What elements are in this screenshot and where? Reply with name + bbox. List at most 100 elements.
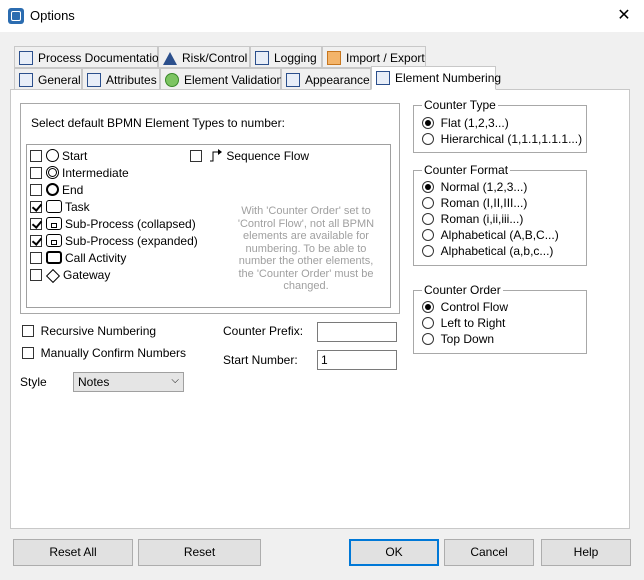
intermediate-event-icon [46, 166, 59, 179]
counter-type-flat-radio[interactable]: Flat (1,2,3...) [422, 116, 509, 130]
radio[interactable] [422, 245, 434, 257]
element-type-label: Sub-Process (collapsed) [65, 217, 196, 231]
import-export-icon [327, 51, 341, 65]
radio-label: Alphabetical (a,b,c...) [440, 244, 554, 258]
app-icon [8, 8, 24, 24]
ok-button[interactable]: OK [349, 539, 439, 566]
counter-order-left-to-right-radio[interactable]: Left to Right [422, 316, 505, 330]
radio-label: Normal (1,2,3...) [440, 180, 528, 194]
counter-type-hierarchical-radio[interactable]: Hierarchical (1,1.1,1.1.1...) [422, 132, 582, 146]
checkbox-label: Recursive Numbering [40, 324, 157, 338]
checkbox[interactable] [30, 184, 42, 196]
manually-confirm-checkbox[interactable]: Manually Confirm Numbers [22, 346, 186, 360]
end-event-icon [46, 183, 59, 196]
radio-label: Flat (1,2,3...) [440, 116, 509, 130]
recursive-numbering-checkbox[interactable]: Recursive Numbering [22, 324, 156, 338]
counter-format-normal-radio[interactable]: Normal (1,2,3...) [422, 180, 527, 194]
appearance-icon [286, 73, 300, 87]
radio[interactable] [422, 317, 434, 329]
element-type-label: Gateway [63, 268, 111, 282]
radio[interactable] [422, 133, 434, 145]
element-type-label: Intermediate [62, 166, 129, 180]
tab-logging[interactable]: Logging [250, 46, 322, 68]
tab-element-validation[interactable]: Element Validation [160, 68, 283, 90]
style-label: Style [20, 375, 47, 389]
numbering-icon [376, 71, 390, 85]
checkbox[interactable] [30, 167, 42, 179]
tab-label: Logging [274, 51, 317, 65]
subprocess-collapsed-icon [46, 217, 62, 230]
task-icon [46, 200, 62, 213]
checkbox[interactable] [30, 269, 42, 281]
checkbox[interactable] [30, 252, 42, 264]
checkbox[interactable] [190, 150, 202, 162]
counter-order-title: Counter Order [422, 283, 503, 297]
tab-label: General [38, 73, 81, 87]
tab-label: Attributes [106, 73, 157, 87]
element-type-gateway[interactable]: Gateway [30, 268, 111, 284]
subprocess-expanded-icon [46, 234, 62, 247]
counter-prefix-input[interactable] [317, 322, 397, 342]
tab-process-documentation[interactable]: Process Documentation [14, 46, 165, 68]
element-type-label: Call Activity [65, 251, 127, 265]
counter-order-control-flow-radio[interactable]: Control Flow [422, 300, 508, 314]
element-type-label: End [62, 183, 84, 197]
style-select-value: Notes [78, 375, 110, 389]
counter-format-alpha-upper-radio[interactable]: Alphabetical (A,B,C...) [422, 228, 559, 242]
element-type-sequence-flow[interactable]: Sequence Flow [190, 149, 309, 163]
element-type-subprocess-expanded[interactable]: Sub-Process (expanded) [30, 234, 198, 248]
element-type-start[interactable]: Start [30, 149, 87, 163]
element-type-intermediate[interactable]: Intermediate [30, 166, 129, 180]
checkbox[interactable] [30, 201, 42, 213]
style-select[interactable]: Notes ⌵ [73, 372, 184, 392]
element-type-subprocess-collapsed[interactable]: Sub-Process (collapsed) [30, 217, 196, 231]
tab-label: Risk/Control [182, 51, 248, 65]
tab-element-numbering[interactable]: Element Numbering [371, 66, 501, 90]
general-icon [19, 73, 33, 87]
checkbox[interactable] [30, 150, 42, 162]
counter-format-title: Counter Format [422, 163, 511, 177]
help-button[interactable]: Help [541, 539, 631, 566]
tab-appearance[interactable]: Appearance [281, 68, 371, 90]
element-type-end[interactable]: End [30, 183, 83, 197]
tab-attributes[interactable]: Attributes [82, 68, 160, 90]
radio[interactable] [422, 197, 434, 209]
checkbox[interactable] [22, 347, 34, 359]
log-icon [255, 51, 269, 65]
element-types-heading: Select default BPMN Element Types to num… [31, 116, 285, 130]
radio-label: Left to Right [440, 316, 506, 330]
checkbox[interactable] [30, 218, 42, 230]
tab-label: Element Numbering [395, 71, 502, 85]
check-circle-icon [165, 73, 179, 87]
checkbox[interactable] [30, 235, 42, 247]
radio[interactable] [422, 301, 434, 313]
counter-format-roman-upper-radio[interactable]: Roman (I,II,III...) [422, 196, 527, 210]
counter-format-roman-lower-radio[interactable]: Roman (i,ii,iii...) [422, 212, 523, 226]
element-type-call-activity[interactable]: Call Activity [30, 251, 126, 265]
radio-label: Alphabetical (A,B,C...) [440, 228, 559, 242]
radio[interactable] [422, 229, 434, 241]
tab-general[interactable]: General [14, 68, 82, 90]
radio[interactable] [422, 117, 434, 129]
reset-button[interactable]: Reset [138, 539, 261, 566]
radio[interactable] [422, 181, 434, 193]
counter-order-top-down-radio[interactable]: Top Down [422, 332, 494, 346]
tab-label: Process Documentation [38, 51, 166, 65]
start-event-icon [46, 149, 59, 162]
cancel-button[interactable]: Cancel [444, 539, 534, 566]
element-type-label: Task [65, 200, 90, 214]
sequence-flow-icon [210, 149, 223, 162]
title-bar [0, 0, 644, 33]
close-icon[interactable]: ✕ [612, 4, 636, 28]
checkbox[interactable] [22, 325, 34, 337]
tab-risk-control[interactable]: Risk/Control [158, 46, 250, 68]
tab-import-export[interactable]: Import / Export [322, 46, 426, 68]
counter-format-alpha-lower-radio[interactable]: Alphabetical (a,b,c...) [422, 244, 553, 258]
word-icon [19, 51, 33, 65]
radio[interactable] [422, 213, 434, 225]
radio-label: Roman (i,ii,iii...) [440, 212, 524, 226]
start-number-input[interactable] [317, 350, 397, 370]
reset-all-button[interactable]: Reset All [13, 539, 133, 566]
element-type-task[interactable]: Task [30, 200, 90, 214]
radio[interactable] [422, 333, 434, 345]
